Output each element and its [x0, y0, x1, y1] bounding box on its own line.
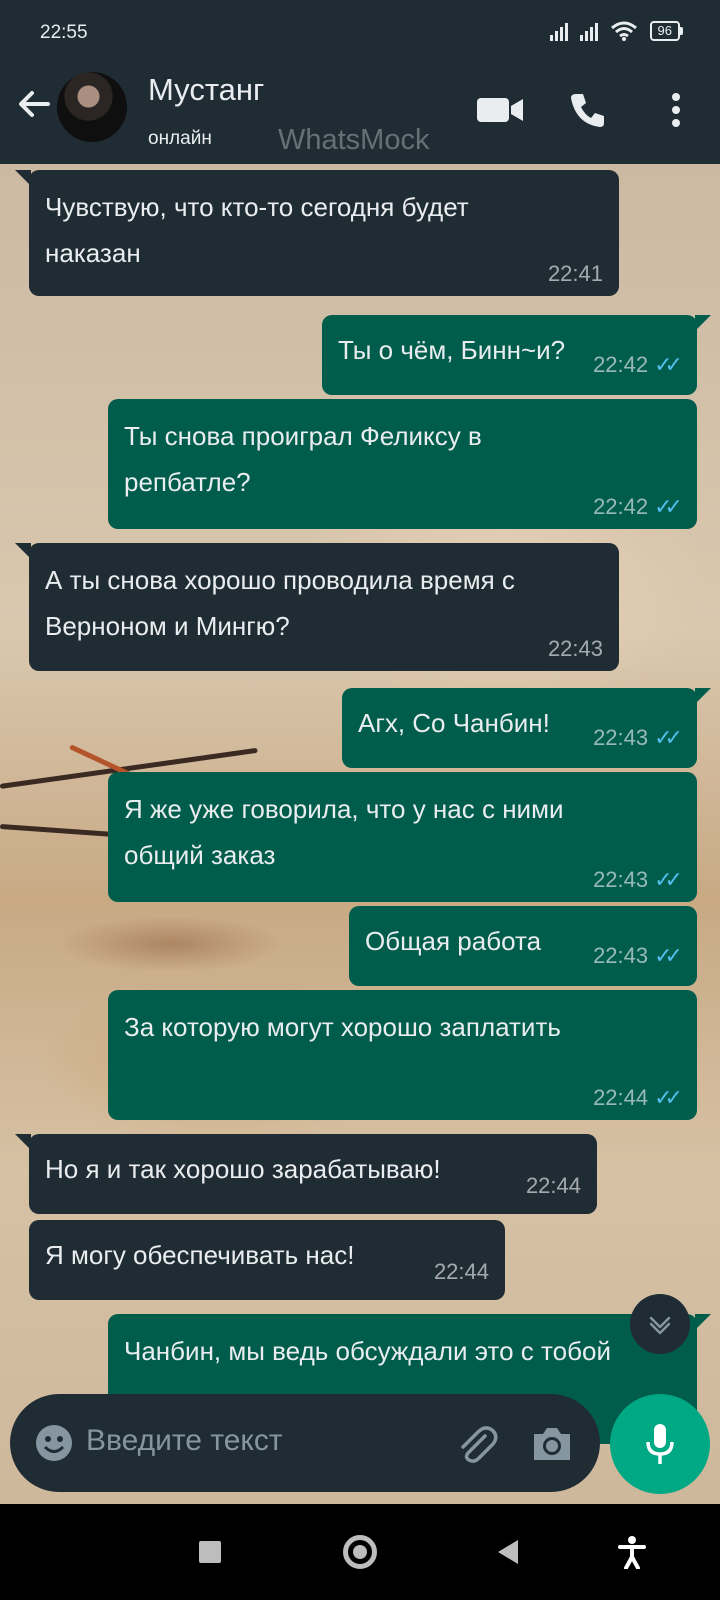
message-text: Чанбин, мы ведь обсуждали это с тобой	[124, 1336, 611, 1366]
recent-apps-button[interactable]	[190, 1532, 230, 1572]
signal-roaming-icon	[579, 21, 598, 41]
arrow-left-icon	[19, 91, 50, 117]
message-outgoing[interactable]: Общая работа 22:43 ✓✓	[349, 906, 697, 986]
read-receipt-icon: ✓✓	[654, 352, 683, 377]
square-icon	[199, 1541, 221, 1563]
status-icons: 96	[549, 20, 684, 42]
back-nav-button[interactable]	[488, 1532, 528, 1572]
message-outgoing[interactable]: За которую могут хорошо заплатить 22:44 ✓…	[108, 990, 697, 1120]
menu-button[interactable]	[650, 84, 702, 136]
microphone-icon	[646, 1424, 674, 1464]
message-composer: Введите текст	[10, 1394, 600, 1492]
system-nav-bar	[0, 1504, 720, 1600]
message-incoming[interactable]: Я могу обеспечивать нас! 22:44	[29, 1220, 505, 1300]
triangle-back-icon	[498, 1540, 518, 1564]
status-time: 22:55	[40, 22, 88, 43]
message-outgoing[interactable]: Агх, Со Чанбин! 22:43 ✓✓	[342, 688, 711, 768]
message-time: 22:43 ✓✓	[593, 725, 683, 750]
accessibility-icon	[618, 1536, 646, 1569]
message-text: Агх, Со Чанбин!	[358, 708, 550, 738]
bubble-tail	[695, 1314, 711, 1330]
message-text: За которую могут хорошо заплатить	[124, 1012, 561, 1042]
watermark: WhatsMock	[278, 124, 430, 156]
wifi-icon	[610, 21, 637, 41]
camera-icon	[534, 1428, 570, 1460]
message-time: 22:43	[547, 636, 603, 661]
status-bar: 22:55 96	[0, 0, 720, 54]
message-time: 22:43 ✓✓	[593, 867, 683, 892]
message-text: А ты снова хорошо проводила время с Верн…	[45, 565, 515, 641]
message-time: 22:42 ✓✓	[593, 494, 683, 519]
avatar[interactable]	[57, 72, 127, 142]
phone-icon	[571, 94, 604, 127]
battery-icon: 96	[649, 21, 684, 41]
message-time: 22:44	[525, 1173, 581, 1198]
signal-icon	[549, 21, 568, 41]
chat-area[interactable]: Чувствую, что кто-то сегодня будет наказ…	[0, 164, 720, 1504]
attach-button[interactable]	[455, 1422, 499, 1466]
message-text: Ты о чём, Бинн~и?	[338, 335, 566, 365]
bubble-tail	[15, 1134, 31, 1150]
message-time: 22:44 ✓✓	[593, 1085, 683, 1110]
video-camera-icon	[477, 98, 523, 122]
scroll-to-bottom-button[interactable]	[630, 1294, 690, 1354]
voice-call-button[interactable]	[562, 84, 614, 136]
read-receipt-icon: ✓✓	[654, 867, 683, 892]
accessibility-button[interactable]	[612, 1532, 652, 1572]
voice-message-button[interactable]	[610, 1394, 710, 1494]
bubble-tail	[15, 170, 31, 186]
message-text: Общая работа	[365, 926, 542, 956]
message-outgoing[interactable]: Я же уже говорила, что у нас с ними общи…	[108, 772, 697, 902]
back-button[interactable]	[14, 84, 54, 124]
message-text: Я же уже говорила, что у нас с ними общи…	[124, 794, 564, 870]
message-outgoing[interactable]: Ты снова проиграл Феликсу в репбатле? 22…	[108, 399, 697, 529]
message-incoming[interactable]: А ты снова хорошо проводила время с Верн…	[15, 543, 619, 671]
read-receipt-icon: ✓✓	[654, 725, 683, 750]
circle-icon	[343, 1535, 377, 1569]
chevron-down-icon	[649, 1316, 671, 1335]
message-text: Но я и так хорошо зарабатываю!	[45, 1154, 441, 1184]
paperclip-icon	[461, 1426, 498, 1463]
message-text: Ты снова проиграл Феликсу в репбатле?	[124, 421, 482, 497]
message-incoming[interactable]: Но я и так хорошо зарабатываю! 22:44	[15, 1134, 597, 1214]
message-input[interactable]: Введите текст	[86, 1424, 283, 1458]
emoji-icon	[36, 1425, 72, 1461]
more-vertical-icon	[672, 93, 680, 127]
contact-name[interactable]: Мустанг	[148, 72, 264, 108]
chat-header: Мустанг онлайн WhatsMock	[0, 54, 720, 164]
read-receipt-icon: ✓✓	[654, 943, 683, 968]
message-incoming[interactable]: Чувствую, что кто-то сегодня будет наказ…	[15, 170, 619, 296]
message-time: 22:42 ✓✓	[593, 352, 683, 377]
read-receipt-icon: ✓✓	[654, 1085, 683, 1110]
bubble-tail	[695, 315, 711, 331]
message-text: Я могу обеспечивать нас!	[45, 1240, 355, 1270]
message-time: 22:44	[433, 1259, 489, 1284]
contact-status: онлайн	[148, 128, 212, 149]
message-time: 22:41	[547, 261, 603, 286]
bubble-tail	[695, 688, 711, 704]
camera-button[interactable]	[530, 1424, 574, 1464]
bubble-tail	[15, 543, 31, 559]
message-outgoing[interactable]: Ты о чём, Бинн~и? 22:42 ✓✓	[322, 315, 711, 395]
emoji-button[interactable]	[34, 1423, 74, 1463]
read-receipt-icon: ✓✓	[654, 494, 683, 519]
message-text: Чувствую, что кто-то сегодня будет наказ…	[45, 192, 469, 268]
home-button[interactable]	[340, 1532, 380, 1572]
video-call-button[interactable]	[474, 84, 526, 136]
message-time: 22:43 ✓✓	[593, 943, 683, 968]
